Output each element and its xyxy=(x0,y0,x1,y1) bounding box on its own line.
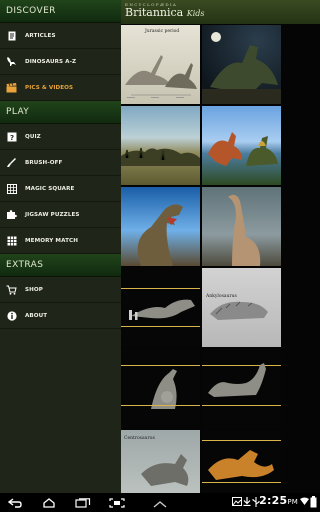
section-header-discover: DISCOVER xyxy=(0,0,121,23)
section-header-extras: EXTRAS xyxy=(0,254,121,277)
drawer-item-brush-off[interactable]: BRUSH-OFF xyxy=(0,150,121,176)
drawer-item-quiz[interactable]: ? QUIZ xyxy=(0,124,121,150)
back-icon xyxy=(7,493,23,512)
drawer-item-memory-match[interactable]: MEMORY MATCH xyxy=(0,228,121,254)
magic-square-icon xyxy=(6,183,17,194)
home-button[interactable] xyxy=(38,493,60,512)
drawer-item-label: MAGIC SQUARE xyxy=(25,185,75,192)
gallery-thumbnail[interactable] xyxy=(121,349,200,428)
wifi-icon xyxy=(300,497,309,505)
puzzle-icon xyxy=(6,209,17,220)
recent-apps-button[interactable] xyxy=(72,493,94,512)
recent-apps-icon xyxy=(75,493,91,512)
screenshot-button[interactable] xyxy=(106,493,128,512)
drawer-item-label: QUIZ xyxy=(25,133,41,140)
drawer-item-label: BRUSH-OFF xyxy=(25,159,63,166)
drawer-item-jigsaw-puzzles[interactable]: JIGSAW PUZZLES xyxy=(0,202,121,228)
drawer-item-label: SHOP xyxy=(25,286,43,293)
section-header-play: PLAY xyxy=(0,101,121,124)
drawer-item-label: DINOSAURS A-Z xyxy=(25,58,77,65)
gallery-thumbnail[interactable] xyxy=(202,349,281,428)
gallery-thumbnail[interactable]: Ankylosaurus xyxy=(202,268,281,347)
drawer-item-label: ARTICLES xyxy=(25,32,56,39)
gallery-thumbnail[interactable] xyxy=(202,430,281,493)
drawer-item-articles[interactable]: ARTICLES xyxy=(0,23,121,49)
navigation-drawer: DISCOVER ARTICLES DINOSAURS A-Z PICS & V… xyxy=(0,0,121,493)
status-clock: 2:25PM xyxy=(259,494,298,507)
pics-videos-gallery: ENCYCLOPÆDIA Britannica Kids Jurassic pe… xyxy=(121,0,320,493)
drawer-item-magic-square[interactable]: MAGIC SQUARE xyxy=(0,176,121,202)
britannica-kids-logo: ENCYCLOPÆDIA Britannica Kids xyxy=(121,0,320,24)
back-button[interactable] xyxy=(4,493,26,512)
drawer-item-label: ABOUT xyxy=(25,312,48,319)
gallery-thumbnail[interactable] xyxy=(202,106,281,185)
collapse-arrow-button[interactable] xyxy=(149,493,171,512)
drawer-item-label: MEMORY MATCH xyxy=(25,237,78,244)
chevron-up-icon xyxy=(153,493,167,512)
gallery-thumbnail[interactable] xyxy=(202,25,281,104)
gallery-thumbnail[interactable] xyxy=(202,187,281,266)
article-icon xyxy=(6,30,17,41)
screenshot-icon xyxy=(109,493,125,512)
drawer-item-shop[interactable]: SHOP xyxy=(0,277,121,303)
logo-name: Britannica xyxy=(125,6,184,19)
quiz-icon: ? xyxy=(6,131,17,142)
clock-ampm: PM xyxy=(287,498,298,506)
gallery-notification-icon xyxy=(232,497,242,506)
info-icon xyxy=(6,310,17,321)
system-navigation-bar: 2:25PM xyxy=(0,493,320,512)
logo-suffix: Kids xyxy=(186,9,205,18)
drawer-item-dinosaurs-a-z[interactable]: DINOSAURS A-Z xyxy=(0,49,121,75)
clapperboard-icon xyxy=(6,82,17,93)
svg-text:?: ? xyxy=(9,134,13,142)
gallery-thumbnail[interactable] xyxy=(121,106,200,185)
drawer-item-pics-videos[interactable]: PICS & VIDEOS xyxy=(0,75,121,101)
drawer-item-about[interactable]: ABOUT xyxy=(0,303,121,329)
gallery-thumbnail[interactable]: Jurassic period xyxy=(121,25,200,104)
battery-icon xyxy=(310,496,317,508)
memory-grid-icon xyxy=(6,235,17,246)
cart-icon xyxy=(6,284,17,295)
gallery-thumbnail[interactable] xyxy=(121,187,200,266)
home-icon xyxy=(42,493,56,512)
gallery-thumbnail[interactable]: Centrosaurus xyxy=(121,430,200,493)
gallery-thumbnail[interactable] xyxy=(121,268,200,347)
download-icon xyxy=(243,497,251,506)
clock-time: 2:25 xyxy=(259,494,288,507)
drawer-item-label: JIGSAW PUZZLES xyxy=(25,211,80,218)
brush-icon xyxy=(6,157,17,168)
dinosaur-icon xyxy=(6,56,17,67)
drawer-item-label: PICS & VIDEOS xyxy=(25,84,74,91)
